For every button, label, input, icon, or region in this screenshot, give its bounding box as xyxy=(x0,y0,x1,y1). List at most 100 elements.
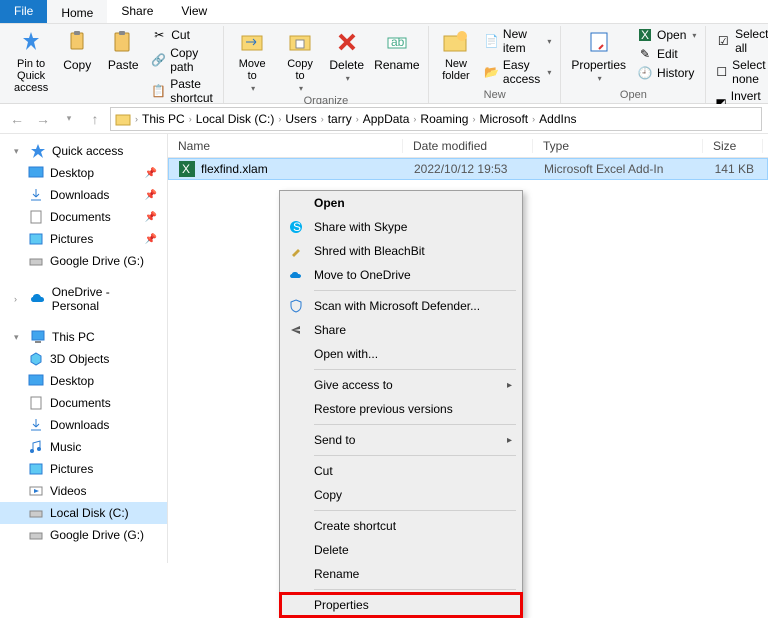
crumb-local-disk[interactable]: Local Disk (C:) xyxy=(192,112,279,126)
file-row[interactable]: Xflexfind.xlam 2022/10/12 19:53 Microsof… xyxy=(168,158,768,180)
ctx-delete[interactable]: Delete xyxy=(280,538,522,562)
ctx-send-to[interactable]: Send to xyxy=(280,428,522,452)
paste-shortcut-icon: 📋 xyxy=(151,83,166,99)
ribbon-group-open: Properties XOpen ✎Edit 🕘History Open xyxy=(561,26,706,103)
sidebar-google-drive[interactable]: Google Drive (G:) xyxy=(0,250,167,272)
sidebar-quick-access[interactable]: ▾Quick access xyxy=(0,140,167,162)
group-label-new: New xyxy=(484,89,506,103)
documents-icon xyxy=(28,395,44,411)
sidebar-music[interactable]: Music xyxy=(0,436,167,458)
new-folder-button[interactable]: New folder xyxy=(435,26,477,84)
tab-home[interactable]: Home xyxy=(47,0,107,23)
folder-icon xyxy=(115,111,131,127)
delete-button[interactable]: Delete xyxy=(326,26,368,85)
sidebar-desktop[interactable]: Desktop📌 xyxy=(0,162,167,184)
ctx-properties[interactable]: Properties xyxy=(280,593,522,617)
ctx-share[interactable]: Share xyxy=(280,318,522,342)
pictures-icon xyxy=(28,231,44,247)
copy-icon xyxy=(63,28,91,56)
new-item-button[interactable]: 📄New item xyxy=(481,26,554,56)
crumb-tarry[interactable]: tarry xyxy=(324,112,356,126)
open-button[interactable]: XOpen xyxy=(634,26,699,44)
paste-button[interactable]: Paste xyxy=(102,26,144,74)
edit-icon: ✎ xyxy=(637,46,653,62)
column-date[interactable]: Date modified xyxy=(403,139,533,153)
ctx-create-shortcut[interactable]: Create shortcut xyxy=(280,514,522,538)
sidebar-this-pc[interactable]: ▾This PC xyxy=(0,326,167,348)
downloads-icon xyxy=(28,417,44,433)
column-name[interactable]: Name xyxy=(168,139,403,153)
select-all-button[interactable]: ☑Select all xyxy=(712,26,768,56)
3d-objects-icon xyxy=(28,351,44,367)
copy-path-icon: 🔗 xyxy=(151,52,166,68)
crumb-users[interactable]: Users xyxy=(281,112,320,126)
properties-button[interactable]: Properties xyxy=(567,26,630,85)
easy-access-button[interactable]: 📂Easy access xyxy=(481,57,554,87)
ribbon: Pin to Quick access Copy Paste ✂Cut 🔗Cop… xyxy=(0,24,768,104)
recent-button[interactable]: ▾ xyxy=(58,108,80,130)
column-size[interactable]: Size xyxy=(703,139,763,153)
breadcrumb[interactable]: › This PC› Local Disk (C:)› Users› tarry… xyxy=(110,107,762,131)
ctx-give-access[interactable]: Give access to xyxy=(280,373,522,397)
crumb-roaming[interactable]: Roaming xyxy=(416,112,472,126)
ctx-open[interactable]: Open xyxy=(280,191,522,215)
ctx-open-with[interactable]: Open with... xyxy=(280,342,522,366)
sidebar-desktop2[interactable]: Desktop xyxy=(0,370,167,392)
sidebar-onedrive[interactable]: ›OneDrive - Personal xyxy=(0,282,167,316)
ctx-skype[interactable]: SShare with Skype xyxy=(280,215,522,239)
crumb-this-pc[interactable]: This PC xyxy=(138,112,189,126)
ctx-bleachbit[interactable]: Shred with BleachBit xyxy=(280,239,522,263)
tab-view[interactable]: View xyxy=(167,0,221,23)
skype-icon: S xyxy=(288,219,304,235)
ctx-restore[interactable]: Restore previous versions xyxy=(280,397,522,421)
file-date: 2022/10/12 19:53 xyxy=(404,162,534,176)
group-label-open: Open xyxy=(620,89,647,103)
ctx-copy[interactable]: Copy xyxy=(280,483,522,507)
ctx-defender[interactable]: Scan with Microsoft Defender... xyxy=(280,294,522,318)
ctx-separator xyxy=(314,290,516,291)
sidebar-google-drive2[interactable]: Google Drive (G:) xyxy=(0,524,167,546)
file-name: flexfind.xlam xyxy=(201,162,268,176)
ctx-cut[interactable]: Cut xyxy=(280,459,522,483)
paste-shortcut-button[interactable]: 📋Paste shortcut xyxy=(148,76,217,106)
history-button[interactable]: 🕘History xyxy=(634,64,699,82)
sidebar-3d-objects[interactable]: 3D Objects xyxy=(0,348,167,370)
up-button[interactable]: ↑ xyxy=(84,108,106,130)
quick-access-icon xyxy=(30,143,46,159)
copy-path-button[interactable]: 🔗Copy path xyxy=(148,45,217,75)
pin-to-quick-access-button[interactable]: Pin to Quick access xyxy=(10,26,52,96)
sidebar-downloads[interactable]: Downloads📌 xyxy=(0,184,167,206)
sidebar-pictures2[interactable]: Pictures xyxy=(0,458,167,480)
edit-button[interactable]: ✎Edit xyxy=(634,45,699,63)
copy-button[interactable]: Copy xyxy=(56,26,98,74)
move-to-button[interactable]: Move to xyxy=(230,26,274,95)
sidebar-downloads2[interactable]: Downloads xyxy=(0,414,167,436)
rename-icon: ab xyxy=(383,28,411,56)
sidebar: ▾Quick access Desktop📌 Downloads📌 Docume… xyxy=(0,134,168,563)
pin-label: Pin to Quick access xyxy=(14,58,48,94)
ctx-onedrive[interactable]: Move to OneDrive xyxy=(280,263,522,287)
sidebar-local-disk[interactable]: Local Disk (C:) xyxy=(0,502,167,524)
tab-file[interactable]: File xyxy=(0,0,47,23)
sidebar-documents2[interactable]: Documents xyxy=(0,392,167,414)
forward-button[interactable]: → xyxy=(32,108,54,130)
sidebar-documents[interactable]: Documents📌 xyxy=(0,206,167,228)
cut-button[interactable]: ✂Cut xyxy=(148,26,217,44)
file-size: 141 KB xyxy=(704,162,764,176)
select-none-button[interactable]: ☐Select none xyxy=(712,57,768,87)
move-to-icon xyxy=(238,28,266,56)
back-button[interactable]: ← xyxy=(6,108,28,130)
tab-share[interactable]: Share xyxy=(107,0,167,23)
ctx-rename[interactable]: Rename xyxy=(280,562,522,586)
crumb-appdata[interactable]: AppData xyxy=(359,112,414,126)
copy-to-button[interactable]: Copy to xyxy=(278,26,321,95)
crumb-addins[interactable]: AddIns xyxy=(535,112,580,126)
column-type[interactable]: Type xyxy=(533,139,703,153)
context-menu: Open SShare with Skype Shred with Bleach… xyxy=(279,190,523,618)
downloads-icon xyxy=(28,187,44,203)
history-icon: 🕘 xyxy=(637,65,653,81)
sidebar-pictures[interactable]: Pictures📌 xyxy=(0,228,167,250)
sidebar-videos[interactable]: Videos xyxy=(0,480,167,502)
rename-button[interactable]: abRename xyxy=(372,26,422,74)
crumb-microsoft[interactable]: Microsoft xyxy=(475,112,532,126)
